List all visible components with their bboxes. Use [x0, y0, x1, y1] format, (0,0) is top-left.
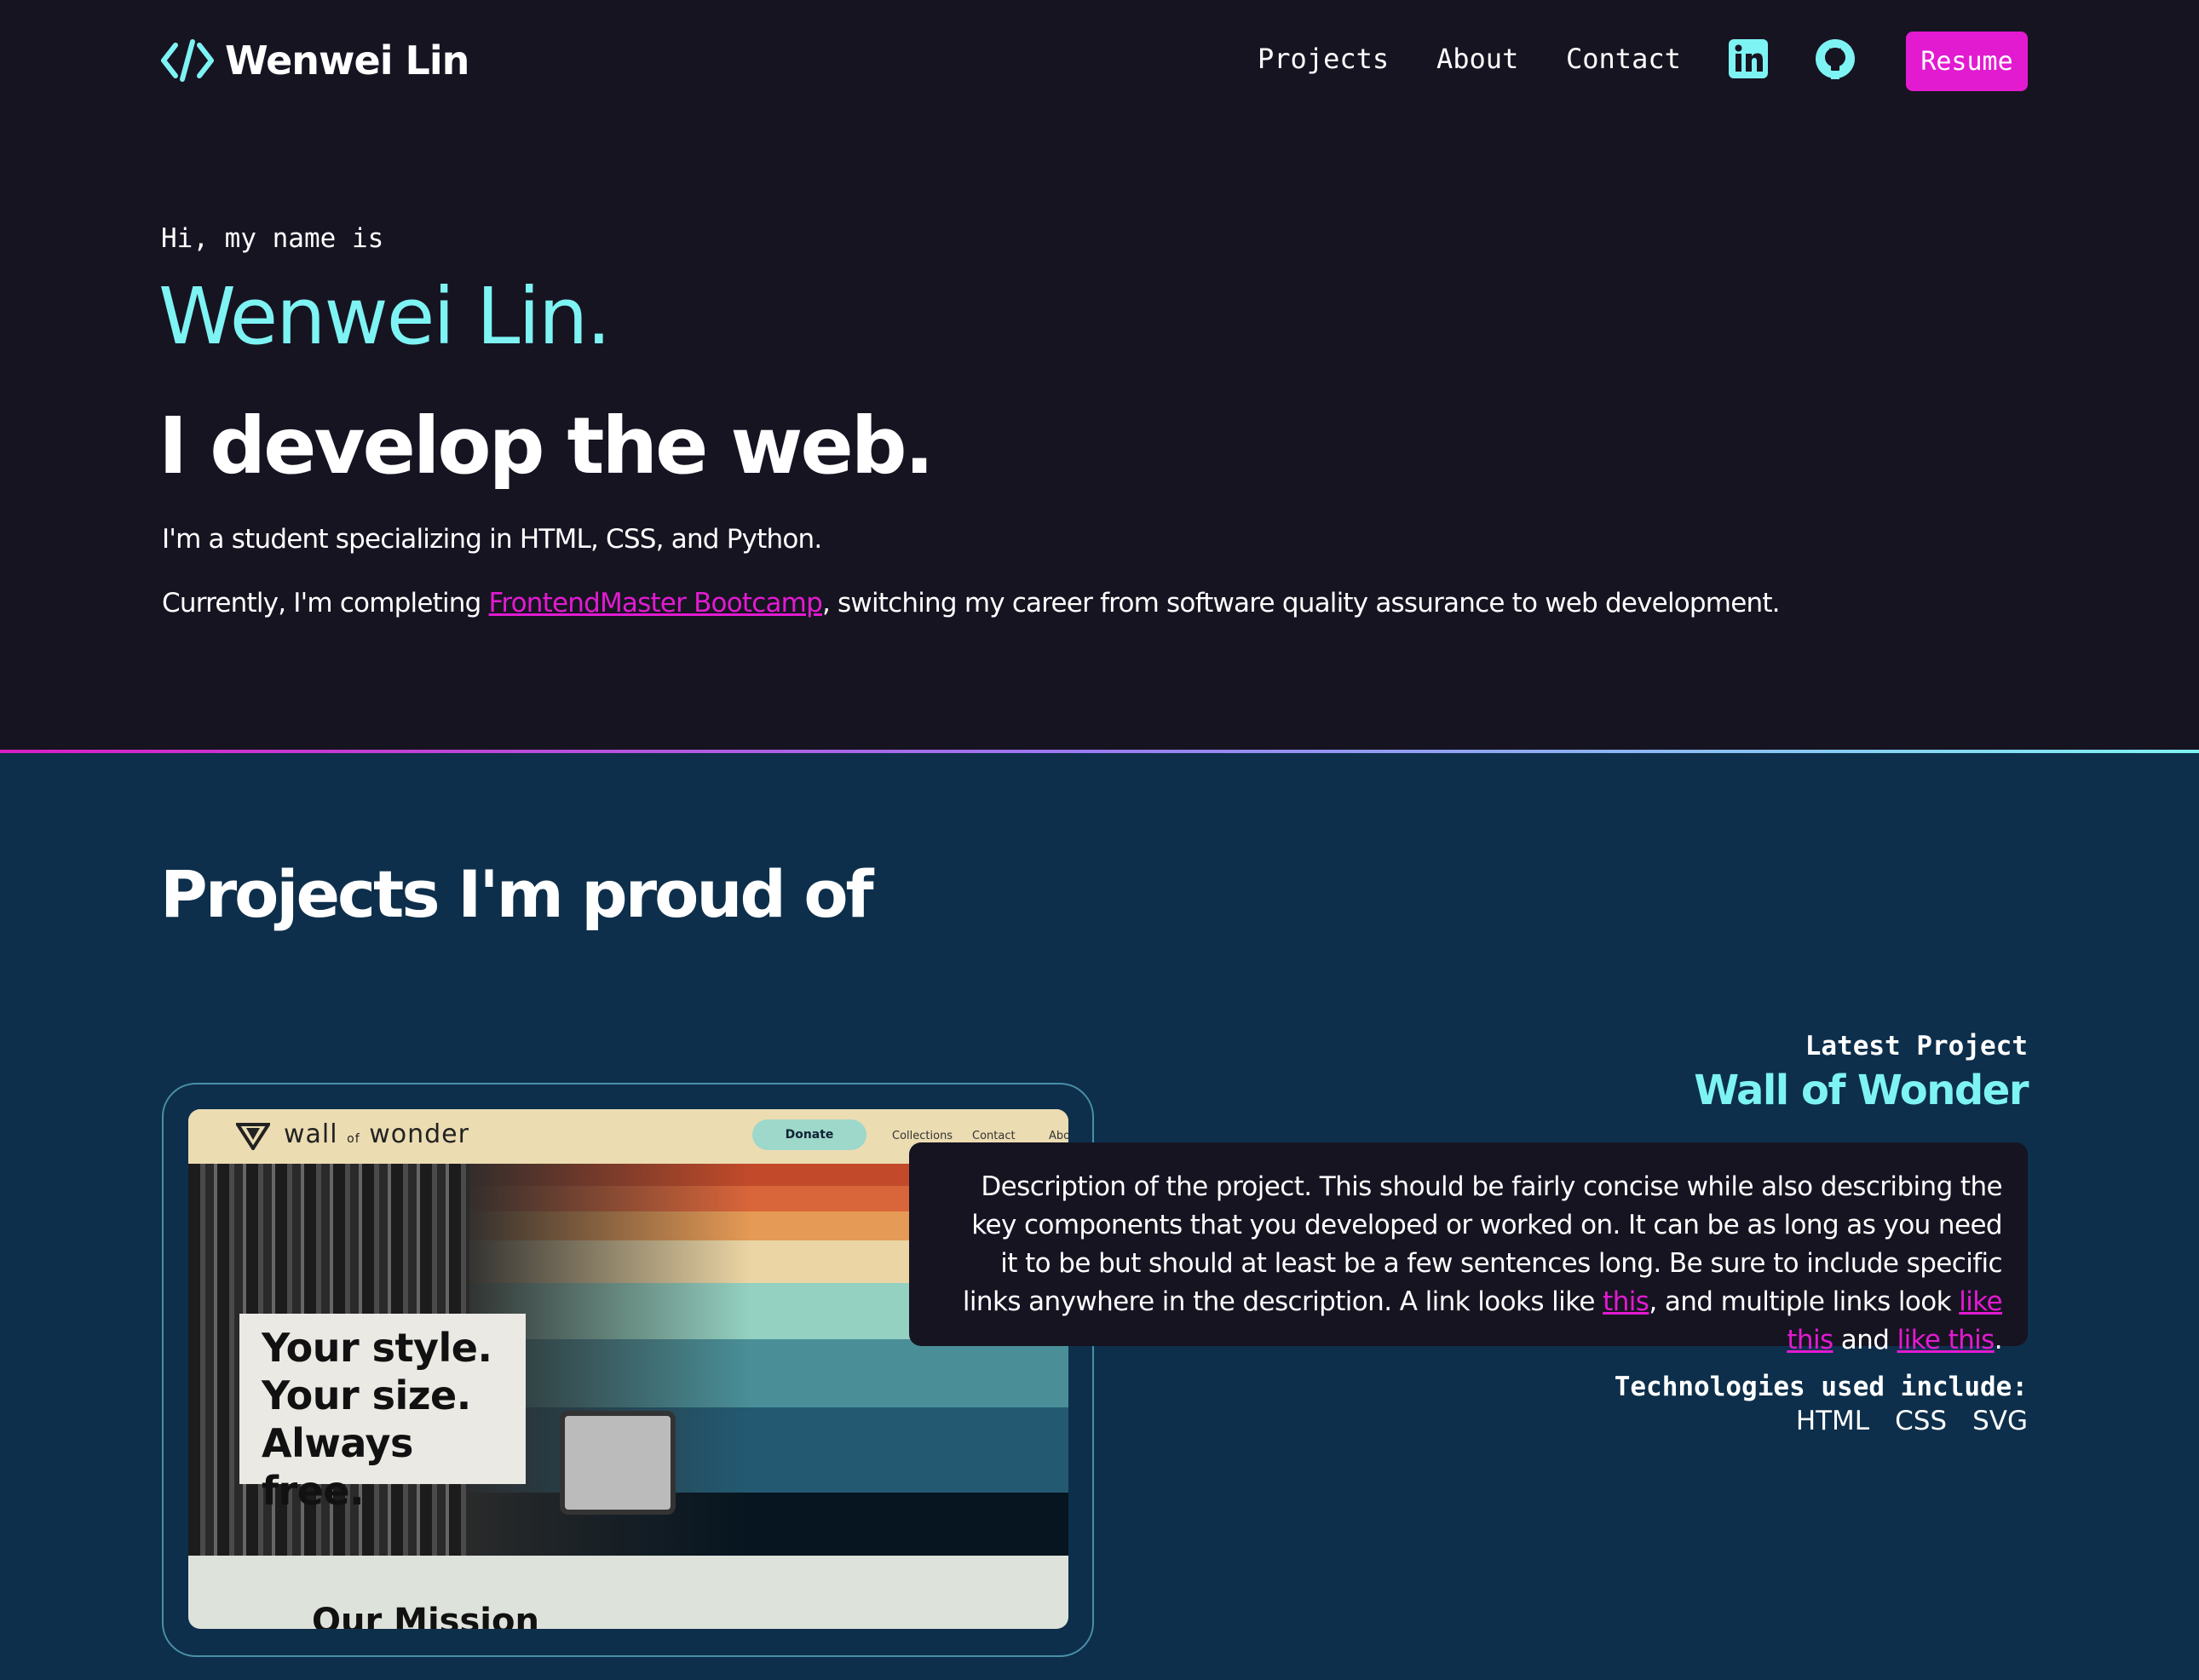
screenshot-nav-contact: Contact	[972, 1130, 1016, 1142]
bootcamp-link[interactable]: FrontendMaster Bootcamp	[489, 588, 823, 618]
tech-item: CSS	[1895, 1406, 1948, 1436]
nav-projects[interactable]: Projects	[1258, 43, 1389, 75]
project-description: Description of the project. This should …	[909, 1142, 2028, 1355]
code-brackets-icon	[161, 39, 214, 82]
screenshot-logo-of: of	[347, 1132, 360, 1146]
screenshot-nav-collections: Collections	[892, 1130, 953, 1142]
tech-item: HTML	[1795, 1406, 1870, 1436]
callout-line-2: Your size.	[262, 1372, 471, 1418]
screenshot-mission-heading: Our Mission	[312, 1602, 539, 1629]
callout-line-3: Always free.	[262, 1420, 413, 1514]
screenshot-logo-text: wall of wonder	[284, 1119, 469, 1149]
screenshot-logo-end: wonder	[369, 1119, 469, 1149]
description-text-end: .	[1994, 1325, 2003, 1355]
description-text-and: and	[1833, 1325, 1897, 1355]
intro-text-2-start: Currently, I'm completing	[162, 588, 489, 618]
screenshot-callout: Your style. Your size. Always free.	[239, 1314, 526, 1514]
description-link-1[interactable]: this	[1603, 1286, 1649, 1317]
description-link-3[interactable]: like this	[1897, 1325, 1995, 1355]
tech-item: SVG	[1972, 1406, 2028, 1436]
site-name: Wenwei Lin	[225, 37, 469, 83]
greeting-text: Hi, my name is	[161, 223, 384, 254]
screenshot-logo-main: wall	[284, 1119, 338, 1149]
intro-text-2-end: , switching my career from software qual…	[821, 588, 1781, 618]
intro-text-2: Currently, I'm completing FrontendMaster…	[162, 588, 1781, 618]
nav-about[interactable]: About	[1436, 43, 1518, 75]
screenshot-donate-button: Donate	[752, 1119, 866, 1150]
wall-of-wonder-logo-icon	[236, 1123, 270, 1150]
section-divider	[0, 750, 2199, 753]
callout-line-1: Your style.	[262, 1325, 492, 1371]
hero-section	[0, 0, 2199, 750]
hero-name: Wenwei Lin.	[158, 271, 612, 362]
github-icon[interactable]	[1814, 37, 1856, 80]
screenshot-nav-about: Abo	[1049, 1130, 1068, 1142]
site-logo[interactable]: Wenwei Lin	[160, 37, 469, 83]
latest-project-label: Latest Project	[1805, 1031, 2028, 1062]
project-title[interactable]: Wall of Wonder	[1694, 1067, 2029, 1114]
nav-contact[interactable]: Contact	[1566, 43, 1681, 75]
description-text-mid: , and multiple links look	[1649, 1286, 1960, 1317]
linkedin-icon[interactable]	[1727, 37, 1770, 80]
technologies-label: Technologies used include:	[1614, 1372, 2028, 1402]
tv-portrait	[560, 1411, 676, 1515]
resume-button[interactable]: Resume	[1906, 32, 2028, 91]
technologies-list: HTML CSS SVG	[1796, 1406, 2028, 1436]
hero-tagline: I develop the web.	[158, 400, 935, 492]
intro-text: I'm a student specializing in HTML, CSS,…	[162, 524, 822, 555]
projects-heading: Projects I'm proud of	[160, 856, 874, 932]
